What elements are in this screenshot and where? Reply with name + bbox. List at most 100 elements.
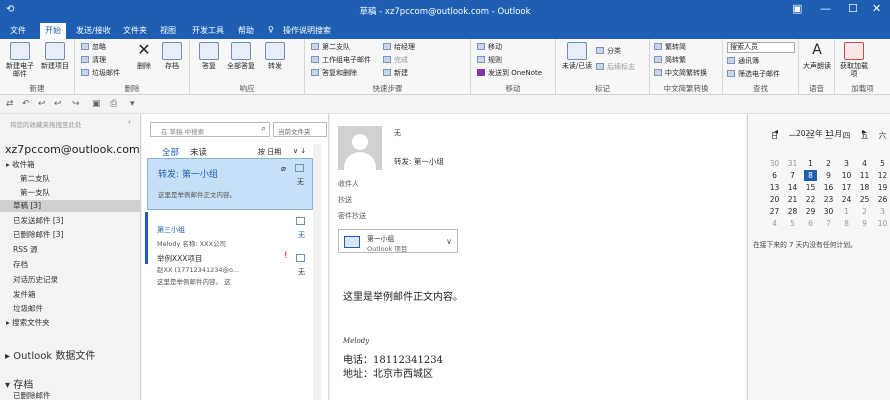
calendar-day[interactable]: 30 xyxy=(768,158,781,169)
quickstep-done[interactable]: 完成 xyxy=(383,56,408,65)
calendar-day[interactable]: 30 xyxy=(822,206,835,217)
list-item[interactable]: 转发: 第一小组 这里是举例邮件正文内容。 ⌀ 无 xyxy=(147,158,313,210)
folder-inbox[interactable]: ▸ 收件箱 xyxy=(6,159,35,170)
folder-deleted[interactable]: 已删除邮件 [3] xyxy=(13,229,64,240)
sort-dropdown[interactable]: 按 日期 xyxy=(258,147,281,157)
unread-read-button[interactable]: 未读/已读 xyxy=(560,42,594,70)
quickstep-team2[interactable]: 第二支队 xyxy=(311,43,350,52)
undo-icon[interactable]: ↶ xyxy=(22,99,30,109)
calendar-day[interactable]: 9 xyxy=(858,218,871,229)
calendar-day[interactable]: 3 xyxy=(876,206,889,217)
read-aloud-button[interactable]: A 大声朗读 xyxy=(800,42,834,70)
folder-icon[interactable]: ▣ xyxy=(92,99,101,109)
calendar-day[interactable]: 23 xyxy=(822,194,835,205)
reply-all-button[interactable]: 全部答复 xyxy=(224,42,258,70)
tab-file[interactable]: 文件 xyxy=(10,25,26,36)
tab-send-receive[interactable]: 发送/接收 xyxy=(76,25,111,36)
folder-rss[interactable]: RSS 源 xyxy=(13,244,38,255)
cleanup-button[interactable]: 清理 xyxy=(81,56,106,65)
folder-outbox[interactable]: 发件箱 xyxy=(13,289,36,300)
calendar-day[interactable]: 22 xyxy=(804,194,817,205)
attachment[interactable]: 第一小组 Outlook 项目 ∨ xyxy=(338,229,458,253)
followup-button[interactable]: 后续标志 xyxy=(596,63,635,72)
collapse-pane-icon[interactable]: ‹ xyxy=(128,118,131,126)
tab-folder[interactable]: 文件夹 xyxy=(123,25,147,36)
new-items-button[interactable]: 新建项目 xyxy=(38,42,72,70)
list-item[interactable]: 举例XXX项目 赵XX (17712341234@o... 这里是举例邮件内容。… xyxy=(147,249,313,297)
folder-drafts[interactable]: 草稿 [3] xyxy=(0,200,140,212)
address-book-button[interactable]: 通讯簿 xyxy=(727,57,759,66)
tab-view[interactable]: 视图 xyxy=(160,25,176,36)
move-button[interactable]: 移动 xyxy=(477,43,502,52)
folder-sent[interactable]: 已发送邮件 [3] xyxy=(13,215,64,226)
calendar-day[interactable]: 19 xyxy=(876,182,889,193)
calendar-day[interactable]: 18 xyxy=(858,182,871,193)
filter-unread-tab[interactable]: 未读 xyxy=(190,146,207,158)
archive-button[interactable]: 存档 xyxy=(157,42,187,70)
calendar-day[interactable]: 6 xyxy=(768,170,781,181)
calendar-day[interactable]: 21 xyxy=(786,194,799,205)
simp-to-trad-button[interactable]: 简转繁 xyxy=(654,56,686,65)
calendar-day[interactable]: 13 xyxy=(768,182,781,193)
calendar-day[interactable]: 3 xyxy=(840,158,853,169)
calendar-day[interactable]: 1 xyxy=(804,158,817,169)
onenote-button[interactable]: 发送到 OneNote xyxy=(477,69,542,78)
list-scrollbar[interactable] xyxy=(313,144,321,400)
forward-button[interactable]: 转发 xyxy=(258,42,292,70)
calendar-day[interactable]: 31 xyxy=(786,158,799,169)
folder-conversation-history[interactable]: 对话历史记录 xyxy=(13,274,58,285)
calendar-day[interactable]: 7 xyxy=(822,218,835,229)
quickstep-new[interactable]: 新建 xyxy=(383,69,408,78)
restore-icon[interactable]: ▣ xyxy=(792,2,802,15)
folder-search[interactable]: ▸ 搜索文件夹 xyxy=(6,317,50,328)
calendar-day[interactable]: 7 xyxy=(786,170,799,181)
junk-button[interactable]: 垃圾邮件 xyxy=(81,69,120,78)
calendar-day[interactable]: 27 xyxy=(768,206,781,217)
folder-junk[interactable]: 垃圾邮件 xyxy=(13,303,43,314)
account-name[interactable]: xz7pccom@outlook.com xyxy=(5,143,140,156)
forward-small-icon[interactable]: ↪ xyxy=(72,99,80,109)
minimize-icon[interactable]: — xyxy=(820,2,831,15)
calendar-day[interactable]: 29 xyxy=(804,206,817,217)
ignore-button[interactable]: 忽略 xyxy=(81,43,106,52)
tab-developer[interactable]: 开发工具 xyxy=(192,25,224,36)
calendar-day[interactable]: 8 xyxy=(840,218,853,229)
data-file-section[interactable]: ▸ Outlook 数据文件 xyxy=(5,347,95,362)
archive-deleted[interactable]: 已删除邮件 xyxy=(13,390,51,400)
calendar-day[interactable]: 2 xyxy=(858,206,871,217)
folder-team2[interactable]: 第二支队 xyxy=(20,173,50,184)
calendar-day[interactable]: 4 xyxy=(768,218,781,229)
filter-email-button[interactable]: 筛选电子邮件 xyxy=(727,70,780,79)
calendar-day[interactable]: 2 xyxy=(822,158,835,169)
calendar-day[interactable]: 24 xyxy=(840,194,853,205)
categorize-button[interactable]: 分类 xyxy=(596,47,621,56)
chevron-down-icon[interactable]: ∨ xyxy=(446,237,452,246)
tell-me-search[interactable]: 操作说明搜索 xyxy=(283,25,331,36)
calendar-day[interactable]: 16 xyxy=(822,182,835,193)
calendar-day[interactable]: 8 xyxy=(804,170,817,181)
customize-icon[interactable]: ▾ xyxy=(130,99,135,109)
delete-button[interactable]: ✕ 删除 xyxy=(129,42,159,71)
calendar-day[interactable]: 28 xyxy=(786,206,799,217)
calendar-day[interactable]: 12 xyxy=(876,170,889,181)
calendar-day[interactable]: 17 xyxy=(840,182,853,193)
calendar-day[interactable]: 26 xyxy=(876,194,889,205)
calendar-day[interactable]: 20 xyxy=(768,194,781,205)
reply-button[interactable]: 答复 xyxy=(192,42,226,70)
archive-section[interactable]: ▾ 存档 xyxy=(5,376,33,391)
tab-help[interactable]: 帮助 xyxy=(238,25,254,36)
calendar-day[interactable]: 4 xyxy=(858,158,871,169)
search-scope-dropdown[interactable]: 当前文件夹 xyxy=(273,122,327,137)
sort-direction-icon[interactable]: ∨ ↓ xyxy=(293,147,306,155)
get-addins-button[interactable]: 获取加载项 xyxy=(837,42,871,78)
quickstep-team-email[interactable]: 工作组电子邮件 xyxy=(311,56,371,65)
search-input[interactable]: 在 草稿 中搜索 xyxy=(161,126,204,136)
rules-button[interactable]: 规则 xyxy=(477,56,502,65)
calendar-day[interactable]: 25 xyxy=(858,194,871,205)
search-people-input[interactable]: 搜索人员 xyxy=(727,42,795,53)
calendar-day[interactable]: 10 xyxy=(876,218,889,229)
calendar-day[interactable]: 11 xyxy=(858,170,871,181)
search-icon[interactable]: ⌕ xyxy=(261,124,266,134)
send-receive-icon[interactable]: ⇄ xyxy=(6,99,14,109)
calendar-day[interactable]: 1 xyxy=(840,206,853,217)
